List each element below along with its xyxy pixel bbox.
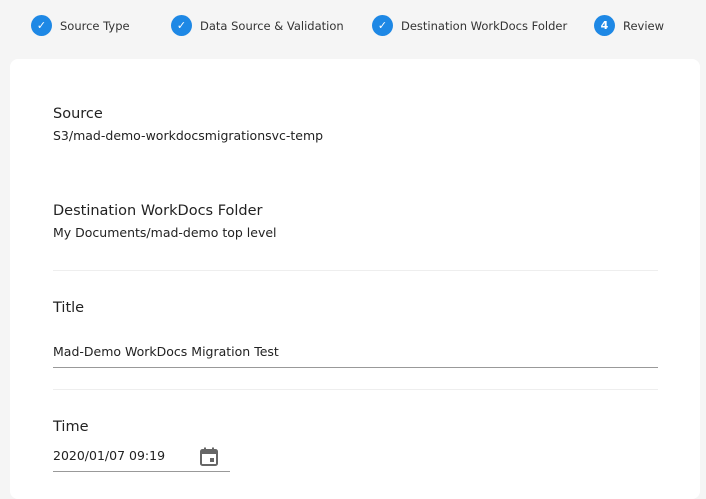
step-review[interactable]: 4 Review: [594, 15, 664, 36]
time-label: Time: [53, 419, 89, 435]
calendar-icon[interactable]: [200, 447, 218, 466]
divider: [53, 270, 658, 271]
source-value: S3/mad-demo-workdocsmigrationsvc-temp: [53, 128, 324, 143]
title-input[interactable]: Mad-Demo WorkDocs Migration Test: [53, 344, 658, 366]
time-input[interactable]: 2020/01/07 09:19: [53, 448, 193, 463]
source-label: Source: [53, 106, 103, 122]
check-icon: ✓: [372, 15, 393, 36]
review-card: [10, 59, 700, 499]
destination-value: My Documents/mad-demo top level: [53, 225, 277, 240]
step-number: 4: [594, 15, 615, 36]
step-source-type[interactable]: ✓ Source Type: [31, 15, 130, 36]
destination-label: Destination WorkDocs Folder: [53, 203, 263, 219]
step-data-source-validation[interactable]: ✓ Data Source & Validation: [171, 15, 344, 36]
step-label: Destination WorkDocs Folder: [401, 18, 568, 33]
check-icon: ✓: [31, 15, 52, 36]
divider: [53, 389, 658, 390]
title-label: Title: [53, 300, 85, 316]
step-destination-folder[interactable]: ✓ Destination WorkDocs Folder: [372, 15, 567, 36]
step-label: Source Type: [60, 18, 130, 33]
check-icon: ✓: [171, 15, 192, 36]
time-underline: [53, 471, 230, 472]
title-underline: [53, 367, 658, 368]
step-label: Review: [623, 18, 665, 33]
step-label: Data Source & Validation: [200, 18, 344, 33]
